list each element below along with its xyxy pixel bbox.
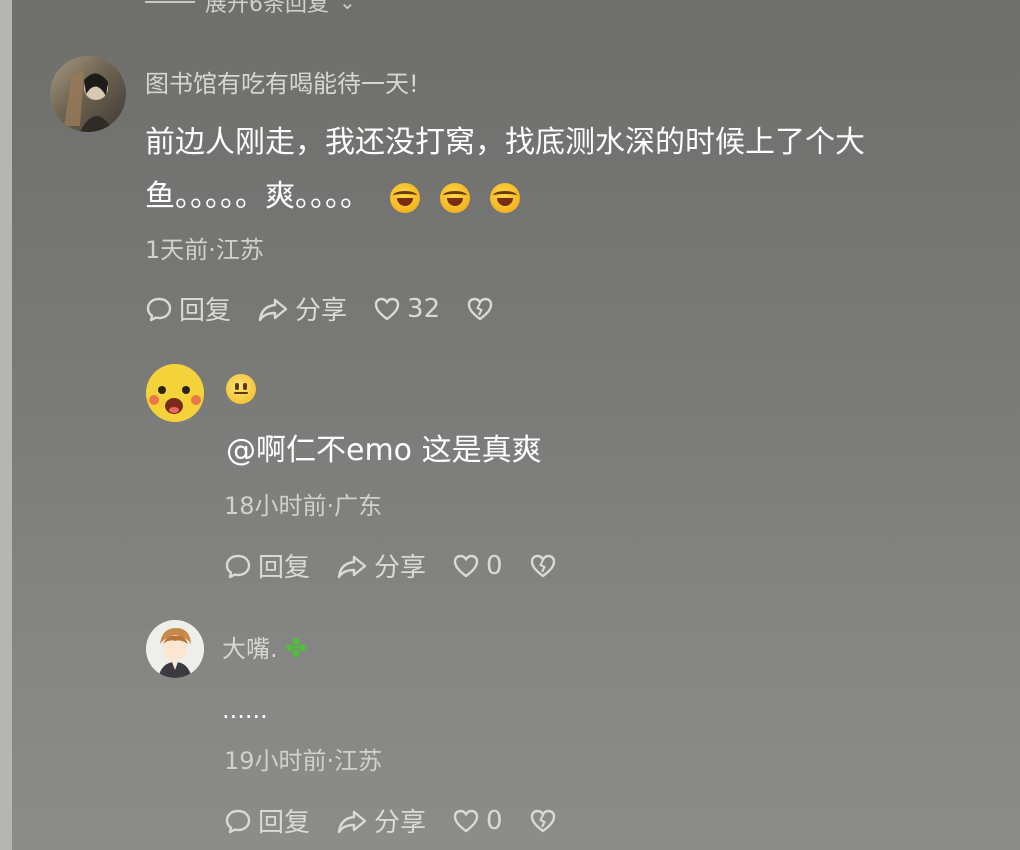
share-button[interactable]: 分享 xyxy=(336,547,426,584)
laughing-emoji-icon xyxy=(440,182,470,213)
broken-heart-icon xyxy=(530,809,555,832)
share-button[interactable]: 分享 xyxy=(257,290,347,327)
action-bar: 回复 分享 32 xyxy=(145,290,520,327)
chevron-down-icon: ⌄ xyxy=(339,0,356,14)
like-button[interactable]: 0 xyxy=(452,551,503,581)
comment-text: ...... xyxy=(222,696,268,724)
timestamp-location: 1天前·江苏 xyxy=(145,236,264,264)
heart-icon xyxy=(453,809,479,832)
timestamp-location: 19小时前·江苏 xyxy=(224,747,383,775)
laughing-emoji-icon xyxy=(390,182,420,213)
expand-replies-label: 展开6条回复 xyxy=(205,0,329,17)
avatar[interactable] xyxy=(50,56,126,132)
share-arrow-icon xyxy=(337,555,367,578)
avatar[interactable] xyxy=(146,620,204,678)
clover-icon: ✤ xyxy=(285,634,308,664)
smiley-emoji-icon xyxy=(226,374,256,404)
action-bar: 回复 分享 0 xyxy=(224,547,583,584)
reply-button[interactable]: 回复 xyxy=(224,547,310,584)
comment-bubble-icon xyxy=(146,297,172,321)
comment-bubble-icon xyxy=(225,554,251,578)
action-bar: 回复 分享 0 xyxy=(224,802,583,839)
laughing-emoji-icon xyxy=(490,182,520,213)
dislike-button[interactable] xyxy=(529,807,557,835)
expand-replies[interactable]: 展开6条回复 ⌄ xyxy=(145,0,356,18)
reply-label: 回复 xyxy=(258,808,311,838)
share-label: 分享 xyxy=(295,296,348,326)
like-count: 0 xyxy=(486,805,503,836)
comment-text-continued: 鱼。。。。。爽。。。。 xyxy=(145,179,370,214)
comment-bubble-icon xyxy=(225,809,251,833)
like-count: 0 xyxy=(486,550,503,581)
broken-heart-icon xyxy=(467,297,493,320)
share-arrow-icon xyxy=(337,810,367,833)
left-edge-band xyxy=(0,0,12,850)
timestamp-location: 18小时前·广东 xyxy=(224,492,383,520)
like-button[interactable]: 0 xyxy=(452,806,503,836)
heart-icon xyxy=(453,554,479,577)
share-button[interactable]: 分享 xyxy=(336,802,426,839)
share-label: 分享 xyxy=(374,553,427,583)
share-label: 分享 xyxy=(374,808,427,838)
broken-heart-icon xyxy=(530,554,555,577)
comment-text: @啊仁不emo 这是真爽 xyxy=(226,433,542,468)
username-row[interactable]: 大嘴. ✤ xyxy=(222,629,307,664)
comment-text-line2: 鱼。。。。。爽。。。。 xyxy=(145,171,520,223)
dislike-button[interactable] xyxy=(529,552,557,580)
heart-icon xyxy=(374,297,400,320)
comment-text: 前边人刚走，我还没打窝，找底测水深的时候上了个大 xyxy=(145,125,865,160)
reply-label: 回复 xyxy=(179,296,232,326)
share-arrow-icon xyxy=(258,298,288,321)
reply-button[interactable]: 回复 xyxy=(145,290,231,327)
divider-line xyxy=(145,1,195,3)
username: 大嘴. xyxy=(222,635,278,663)
like-count: 32 xyxy=(407,293,441,324)
like-button[interactable]: 32 xyxy=(373,294,440,324)
reply-button[interactable]: 回复 xyxy=(224,802,310,839)
avatar[interactable] xyxy=(146,364,204,422)
reply-label: 回复 xyxy=(258,553,311,583)
username[interactable]: 图书馆有吃有喝能待一天! xyxy=(145,64,419,99)
dislike-button[interactable] xyxy=(466,295,494,323)
